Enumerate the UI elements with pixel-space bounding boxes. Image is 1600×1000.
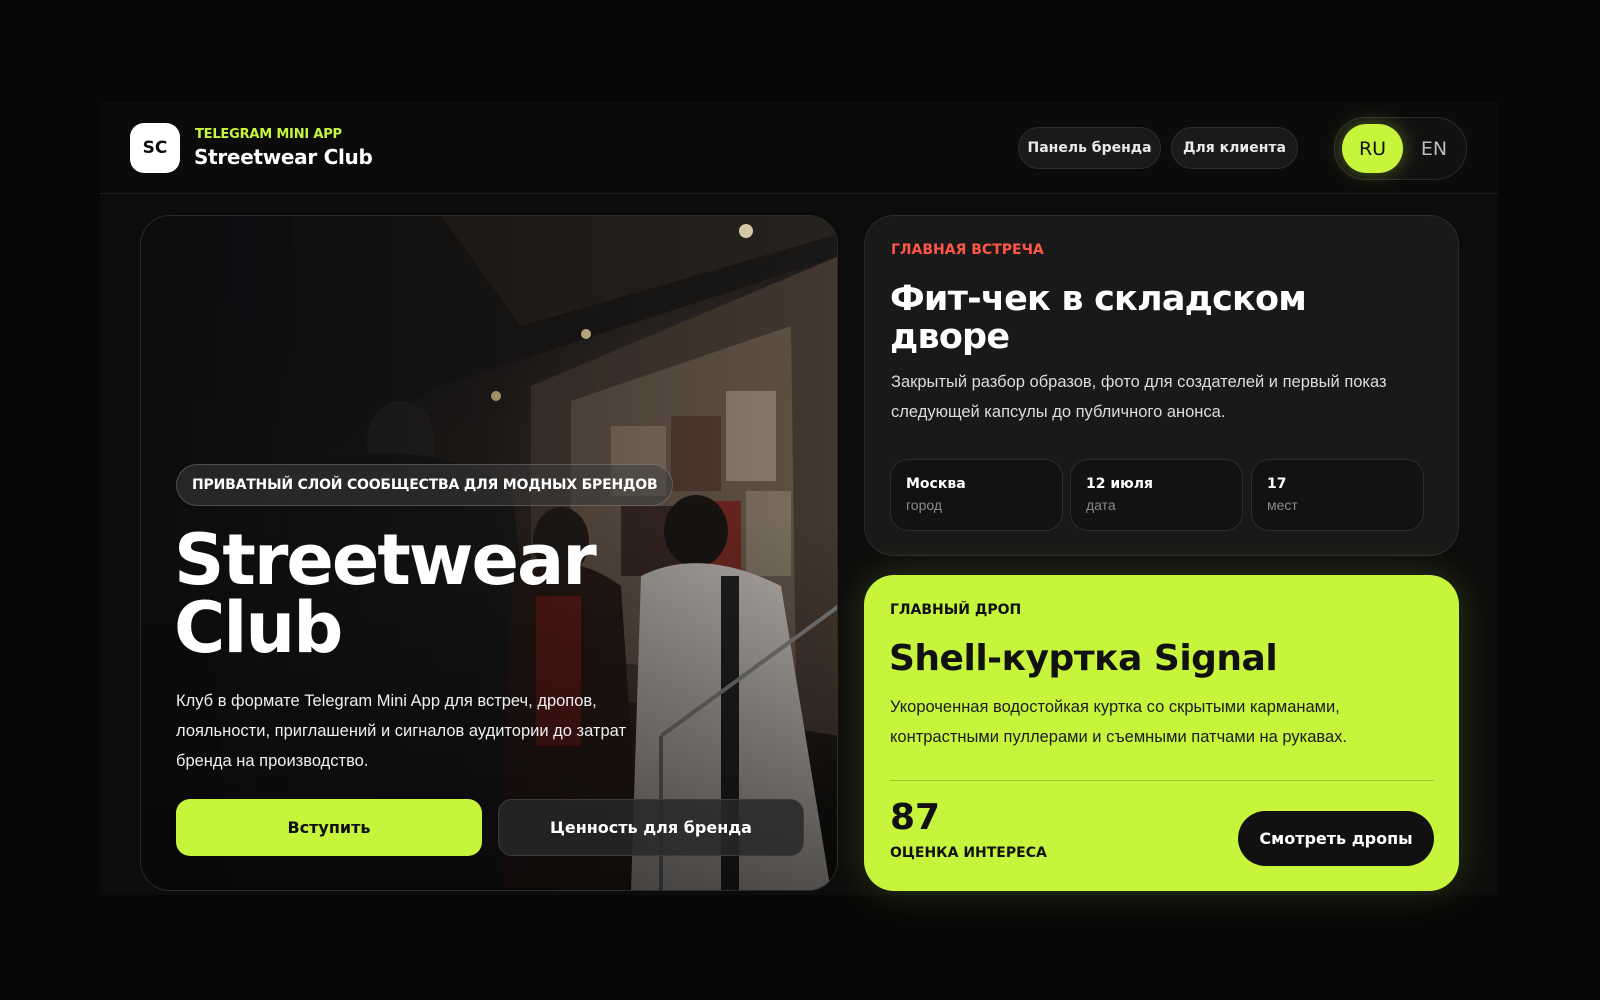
main-event-card[interactable]: ГЛАВНАЯ ВСТРЕЧА Фит-чек в складском двор… — [864, 215, 1459, 556]
drop-title: Shell-куртка Signal — [889, 638, 1278, 679]
interest-score: 87 — [890, 797, 941, 838]
drop-kicker: ГЛАВНЫЙ ДРОП — [890, 602, 1022, 618]
hero-card: ПРИВАТНЫЙ СЛОЙ СООБЩЕСТВА ДЛЯ МОДНЫХ БРЕ… — [140, 215, 838, 891]
fact-value: Москва — [906, 476, 966, 492]
hero-title-line-1: Streetwear — [174, 519, 597, 601]
event-fact-city: Москва город — [890, 459, 1063, 531]
hero-tag: ПРИВАТНЫЙ СЛОЙ СООБЩЕСТВА ДЛЯ МОДНЫХ БРЕ… — [176, 464, 674, 506]
hero-description: Клуб в формате Telegram Mini App для вст… — [176, 692, 627, 770]
lang-en-button[interactable]: EN — [1407, 124, 1461, 173]
join-button[interactable]: Вступить — [176, 799, 482, 856]
brand-value-button[interactable]: Ценность для бренда — [498, 799, 804, 856]
top-bar: SC TELEGRAM MINI APP Streetwear Club Пан… — [100, 102, 1498, 194]
view-drops-button[interactable]: Смотреть дропы — [1238, 811, 1434, 866]
language-switch: RU EN — [1334, 117, 1467, 180]
lang-ru-button[interactable]: RU — [1342, 124, 1403, 173]
event-description: Закрытый разбор образов, фото для создат… — [891, 373, 1387, 421]
interest-score-label: ОЦЕНКА ИНТЕРЕСА — [890, 845, 1047, 861]
event-fact-seats: 17 мест — [1251, 459, 1424, 531]
nav-client-button[interactable]: Для клиента — [1171, 127, 1298, 169]
drop-description: Укороченная водостойкая куртка со скрыты… — [890, 698, 1347, 746]
fact-value: 12 июля — [1086, 476, 1154, 492]
event-fact-date: 12 июля дата — [1070, 459, 1243, 531]
app-shell: SC TELEGRAM MINI APP Streetwear Club Пан… — [100, 102, 1498, 895]
hero-title-line-2: Club — [174, 587, 343, 669]
brand-title: Streetwear Club — [194, 145, 373, 169]
fact-label: город — [906, 497, 943, 513]
logo-badge[interactable]: SC — [130, 123, 180, 173]
fact-value: 17 — [1267, 476, 1287, 492]
fact-label: дата — [1086, 497, 1116, 513]
hero-title: Streetwear Club — [174, 519, 694, 669]
event-kicker: ГЛАВНАЯ ВСТРЕЧА — [891, 242, 1044, 258]
drop-divider — [890, 780, 1434, 781]
fact-label: мест — [1267, 497, 1298, 513]
nav-brand-panel-button[interactable]: Панель бренда — [1018, 127, 1161, 169]
event-title: Фит-чек в складском дворе — [890, 279, 1307, 357]
brand-kicker: TELEGRAM MINI APP — [195, 127, 342, 142]
main-drop-card[interactable]: ГЛАВНЫЙ ДРОП Shell-куртка Signal Укороче… — [864, 575, 1459, 891]
